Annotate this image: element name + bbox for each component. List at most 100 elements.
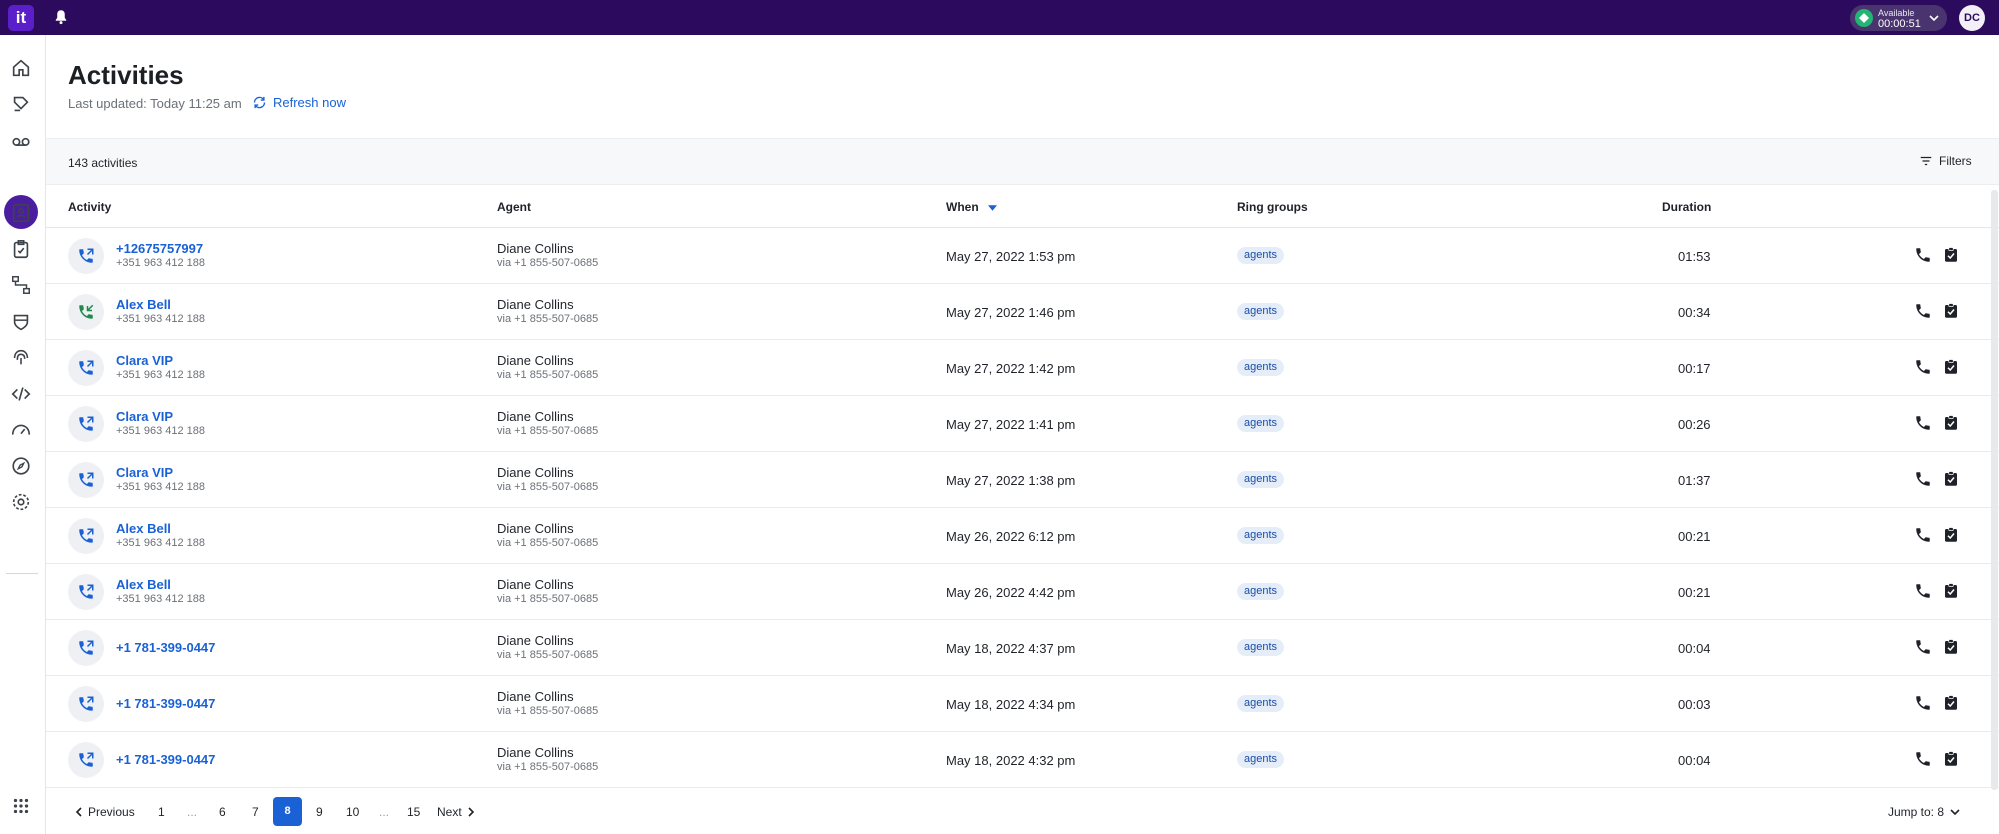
call-back-icon[interactable] [1914, 302, 1932, 320]
filters-button[interactable]: Filters [1919, 154, 1972, 168]
page-1-button[interactable]: 1 [158, 805, 165, 819]
call-back-icon[interactable] [1914, 414, 1932, 432]
agent-via-number: via +1 855-507-0685 [497, 257, 599, 269]
table-row[interactable]: +1 781-399-0447 Diane Collins via +1 855-5… [46, 620, 1999, 676]
activity-when: May 27, 2022 1:38 pm [946, 473, 1076, 488]
wallboard-icon[interactable] [10, 93, 32, 115]
call-back-icon[interactable] [1914, 694, 1932, 712]
settings-icon[interactable] [10, 491, 32, 513]
create-task-icon[interactable] [1942, 246, 1960, 264]
call-back-icon[interactable] [1914, 358, 1932, 376]
agent-via-number: via +1 855-507-0685 [497, 313, 599, 325]
next-page-button[interactable]: Next [437, 805, 476, 819]
refresh-now-button[interactable]: Refresh now [252, 95, 346, 110]
activity-contact-link[interactable]: Clara VIP [116, 409, 173, 424]
table-row[interactable]: +12675757997 +351 963 412 188 Diane Collin… [46, 228, 1999, 284]
ring-group-tag: agents [1237, 695, 1285, 712]
table-row[interactable]: Alex Bell +351 963 412 188 Diane Collins vi… [46, 284, 1999, 340]
table-row[interactable]: Clara VIP +351 963 412 188 Diane Collins vi… [46, 340, 1999, 396]
table-row[interactable]: +1 781-399-0447 Diane Collins via +1 855-5… [46, 676, 1999, 732]
column-header-agent[interactable]: Agent [497, 200, 531, 214]
create-task-icon[interactable] [1942, 694, 1960, 712]
activity-contact-link[interactable]: +12675757997 [116, 241, 203, 256]
page-10-button[interactable]: 10 [346, 805, 359, 819]
call-back-icon[interactable] [1914, 470, 1932, 488]
page-9-button[interactable]: 9 [316, 805, 323, 819]
results-bar: 143 activities Filters [46, 138, 1999, 185]
ring-group-tag: agents [1237, 527, 1285, 544]
page-6-button[interactable]: 6 [219, 805, 226, 819]
chevron-down-icon [1950, 809, 1960, 816]
fingerprint-icon[interactable] [10, 347, 32, 369]
activity-contact-link[interactable]: Clara VIP [116, 465, 173, 480]
call-back-icon[interactable] [1914, 750, 1932, 768]
column-header-when[interactable]: When [946, 200, 998, 214]
next-page-label: Next [437, 805, 462, 819]
routing-icon[interactable] [10, 274, 32, 296]
page-title: Activities [68, 60, 184, 90]
ring-group-tag: agents [1237, 471, 1285, 488]
activity-contact-link[interactable]: Alex Bell [116, 297, 171, 312]
call-back-icon[interactable] [1914, 582, 1932, 600]
table-scrollbar[interactable] [1991, 190, 1998, 790]
activity-contact-link[interactable]: Alex Bell [116, 521, 171, 536]
outgoing-call-icon [68, 630, 104, 666]
create-task-icon[interactable] [1942, 526, 1960, 544]
activities-icon[interactable] [10, 166, 32, 188]
create-task-icon[interactable] [1942, 302, 1960, 320]
activity-when: May 27, 2022 1:53 pm [946, 249, 1076, 264]
table-row[interactable]: Clara VIP +351 963 412 188 Diane Collins vi… [46, 452, 1999, 508]
column-header-duration[interactable]: Duration [1662, 200, 1711, 214]
agent-status-toggle[interactable]: Available 00:00:51 [1850, 5, 1947, 31]
top-bar: it Available 00:00:51 DC [0, 0, 1999, 35]
activity-duration: 00:03 [1678, 697, 1711, 712]
activity-contact-number: +351 963 412 188 [116, 425, 206, 437]
agent-via-number: via +1 855-507-0685 [497, 649, 599, 661]
column-header-ring-groups[interactable]: Ring groups [1237, 200, 1308, 214]
bell-icon[interactable] [52, 8, 70, 26]
activity-when: May 26, 2022 6:12 pm [946, 529, 1076, 544]
incoming-call-icon [68, 294, 104, 330]
table-row[interactable]: Alex Bell +351 963 412 188 Diane Collins vi… [46, 564, 1999, 620]
user-avatar[interactable]: DC [1959, 5, 1985, 31]
call-back-icon[interactable] [1914, 246, 1932, 264]
api-icon[interactable] [10, 383, 32, 405]
home-icon[interactable] [10, 57, 32, 79]
explore-icon[interactable] [10, 455, 32, 477]
apps-grid-icon[interactable] [10, 795, 32, 817]
agent-name: Diane Collins [497, 241, 574, 256]
create-task-icon[interactable] [1942, 638, 1960, 656]
call-back-icon[interactable] [1914, 638, 1932, 656]
contacts-icon[interactable] [10, 202, 32, 224]
table-row[interactable]: +1 781-399-0447 Diane Collins via +1 855-5… [46, 732, 1999, 788]
jump-to-page-select[interactable]: Jump to: 8 [1888, 805, 1960, 819]
table-row[interactable]: Alex Bell +351 963 412 188 Diane Collins vi… [46, 508, 1999, 564]
dashboard-icon[interactable] [10, 419, 32, 441]
create-task-icon[interactable] [1942, 470, 1960, 488]
page-15-button[interactable]: 15 [407, 805, 420, 819]
activity-contact-link[interactable]: +1 781-399-0447 [116, 640, 215, 655]
previous-page-button[interactable]: Previous [74, 805, 135, 819]
page-8-button[interactable]: 8 [273, 797, 302, 826]
create-task-icon[interactable] [1942, 414, 1960, 432]
activity-contact-link[interactable]: Alex Bell [116, 577, 171, 592]
activity-contact-number: +351 963 412 188 [116, 313, 206, 325]
page-header: Activities Last updated: Today 11:25 am … [46, 35, 1999, 138]
activity-contact-link[interactable]: Clara VIP [116, 353, 173, 368]
integrations-icon[interactable] [10, 311, 32, 333]
create-task-icon[interactable] [1942, 358, 1960, 376]
tasks-icon[interactable] [10, 238, 32, 260]
create-task-icon[interactable] [1942, 582, 1960, 600]
column-header-activity[interactable]: Activity [68, 200, 111, 214]
app-logo[interactable]: it [8, 5, 34, 31]
activity-contact-link[interactable]: +1 781-399-0447 [116, 752, 215, 767]
create-task-icon[interactable] [1942, 750, 1960, 768]
page-7-button[interactable]: 7 [252, 805, 259, 819]
voicemail-icon[interactable] [10, 130, 32, 152]
refresh-icon [253, 96, 266, 109]
table-row[interactable]: Clara VIP +351 963 412 188 Diane Collins vi… [46, 396, 1999, 452]
agent-name: Diane Collins [497, 465, 574, 480]
activity-contact-link[interactable]: +1 781-399-0447 [116, 696, 215, 711]
call-back-icon[interactable] [1914, 526, 1932, 544]
activity-duration: 00:21 [1678, 529, 1711, 544]
